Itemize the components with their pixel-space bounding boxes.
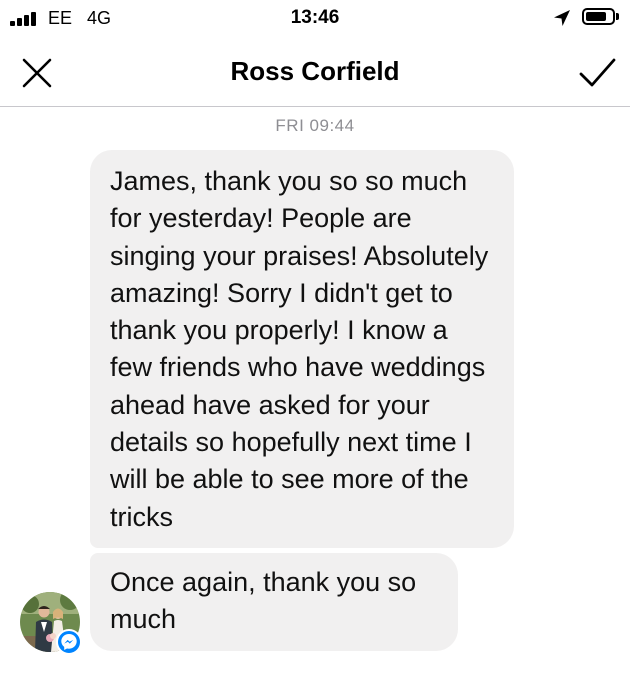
status-bar: EE 4G 13:46 [0,0,630,36]
contact-name-title: Ross Corfield [230,56,400,86]
checkmark-icon[interactable] [576,54,618,92]
message-timestamp: FRI 09:44 [275,116,355,135]
message-bubble[interactable]: James, thank you so so much for yesterda… [90,150,514,548]
messenger-icon [56,629,82,655]
battery-level [586,12,606,21]
status-time: 13:46 [290,7,340,28]
battery-tip [616,13,619,20]
battery-icon [582,8,615,25]
location-arrow-icon [554,10,570,26]
conversation-header: Ross Corfield [0,36,630,107]
message-bubble[interactable]: Once again, thank you so much [90,553,458,651]
